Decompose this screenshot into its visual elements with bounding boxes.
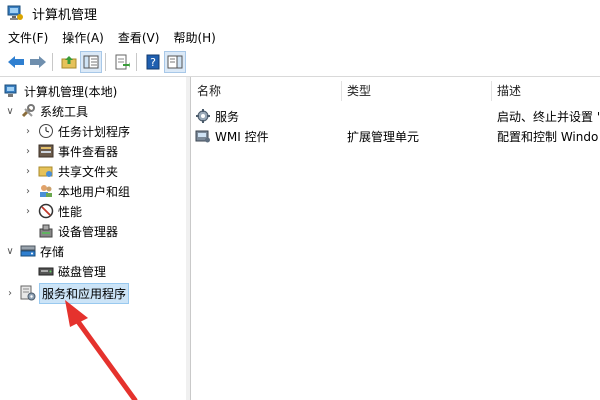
- column-header-label: 名称: [197, 83, 222, 98]
- services-apps-icon: [20, 285, 36, 301]
- wmi-control-icon: [195, 130, 210, 143]
- chevron-right-icon[interactable]: ›: [22, 125, 34, 137]
- tree-label: 本地用户和组: [58, 184, 131, 199]
- event-viewer-icon: [38, 144, 54, 158]
- chevron-down-icon[interactable]: ∨: [4, 245, 16, 257]
- tree-label: 设备管理器: [58, 224, 119, 239]
- list-item-services[interactable]: 服务 启动、终止并设置 ': [195, 106, 600, 126]
- list-item-description: 配置和控制 Windo: [497, 129, 599, 144]
- toolbar-separator: [105, 53, 106, 71]
- users-icon: [40, 185, 52, 197]
- clock-icon: [39, 124, 53, 138]
- window-title: 计算机管理: [32, 7, 98, 23]
- performance-icon: [38, 203, 54, 219]
- tree-item-disk-management[interactable]: 磁盘管理: [38, 261, 106, 281]
- navigation-tree: 计算机管理(本地) ∨ 系统工具 › 任务计划程序 › 事件查看器 › 共享文件…: [0, 77, 187, 400]
- column-header-type[interactable]: 类型: [347, 77, 487, 103]
- toolbar-separator: [52, 53, 53, 71]
- export-list-icon: [115, 54, 130, 70]
- menu-file[interactable]: 文件(F): [2, 29, 54, 46]
- tree-item-storage[interactable]: ∨ 存储: [4, 241, 64, 261]
- menu-view[interactable]: 查看(V): [112, 29, 166, 46]
- column-header-label: 类型: [347, 83, 372, 98]
- gear-icon: [196, 109, 210, 123]
- forward-button[interactable]: [28, 52, 48, 72]
- list-item-name: 服务: [215, 109, 240, 124]
- tree-item-device-manager[interactable]: 设备管理器: [38, 221, 118, 241]
- menu-help[interactable]: 帮助(H): [167, 29, 221, 46]
- tree-label: 磁盘管理: [58, 264, 107, 279]
- tree-label: 任务计划程序: [58, 124, 131, 139]
- svg-text:?: ?: [150, 56, 156, 69]
- device-manager-icon: [39, 224, 53, 238]
- tree-item-event-viewer[interactable]: › 事件查看器: [22, 141, 118, 161]
- list-item-wmi-control[interactable]: WMI 控件 扩展管理单元 配置和控制 Windo: [195, 126, 600, 146]
- list-item-type: 扩展管理单元: [347, 129, 420, 144]
- forward-icon: [30, 56, 46, 68]
- list-item-name: WMI 控件: [215, 129, 269, 144]
- tree-item-system-tools[interactable]: ∨ 系统工具: [4, 101, 88, 121]
- tree-item-task-scheduler[interactable]: › 任务计划程序: [22, 121, 130, 141]
- shared-folder-icon: [38, 166, 53, 177]
- chevron-right-icon[interactable]: ›: [4, 287, 16, 299]
- help-button[interactable]: ?: [143, 52, 163, 72]
- tree-label: 系统工具: [40, 104, 89, 119]
- toolbar-separator: [136, 53, 137, 71]
- chevron-right-icon[interactable]: ›: [22, 145, 34, 157]
- tree-item-local-users[interactable]: › 本地用户和组: [22, 181, 130, 201]
- menu-bar: 文件(F) 操作(A) 查看(V) 帮助(H): [0, 26, 600, 48]
- details-list: 名称 类型 描述 服务 启动、终止并设置 ' WMI 控件 扩展管理单元 配置和…: [191, 77, 600, 400]
- back-button[interactable]: [6, 52, 26, 72]
- column-divider[interactable]: [341, 81, 342, 101]
- up-folder-button[interactable]: [59, 52, 79, 72]
- menu-action[interactable]: 操作(A): [56, 29, 110, 46]
- help-icon: ?: [146, 54, 160, 70]
- tree-label: 共享文件夹: [58, 164, 119, 179]
- disk-management-icon: [38, 267, 54, 276]
- up-folder-icon: [61, 56, 77, 69]
- title-bar: 计算机管理: [0, 0, 600, 26]
- tools-icon: [21, 104, 35, 118]
- chevron-right-icon[interactable]: ›: [22, 185, 34, 197]
- back-icon: [8, 56, 24, 68]
- storage-icon: [20, 245, 36, 257]
- show-hide-tree-button[interactable]: [80, 51, 102, 73]
- tree-label: 存储: [40, 244, 65, 259]
- chevron-right-icon[interactable]: ›: [22, 165, 34, 177]
- column-divider[interactable]: [491, 81, 492, 101]
- action-pane-icon: [167, 55, 183, 69]
- tree-label: 服务和应用程序: [38, 282, 130, 304]
- column-header-label: 描述: [497, 83, 522, 98]
- column-header-description[interactable]: 描述: [497, 77, 597, 103]
- action-pane-button[interactable]: [164, 51, 186, 73]
- chevron-down-icon[interactable]: ∨: [4, 105, 16, 117]
- tree-label: 事件查看器: [58, 144, 119, 159]
- tree-item-services-apps[interactable]: › 服务和应用程序: [4, 282, 130, 304]
- export-list-button[interactable]: [112, 52, 132, 72]
- tree-item-performance[interactable]: › 性能: [22, 201, 82, 221]
- tree-label: 计算机管理(本地): [24, 84, 118, 99]
- column-header-name[interactable]: 名称: [197, 77, 337, 103]
- show-hide-tree-icon: [83, 55, 99, 69]
- tree-item-root[interactable]: 计算机管理(本地): [4, 81, 117, 101]
- tree-item-shared-folders[interactable]: › 共享文件夹: [22, 161, 118, 181]
- toolbar: ?: [0, 48, 600, 77]
- list-item-description: 启动、终止并设置 ': [497, 109, 600, 124]
- tree-label: 性能: [58, 204, 83, 219]
- chevron-right-icon[interactable]: ›: [22, 205, 34, 217]
- computer-management-icon: [4, 84, 17, 97]
- computer-management-icon: [7, 5, 23, 20]
